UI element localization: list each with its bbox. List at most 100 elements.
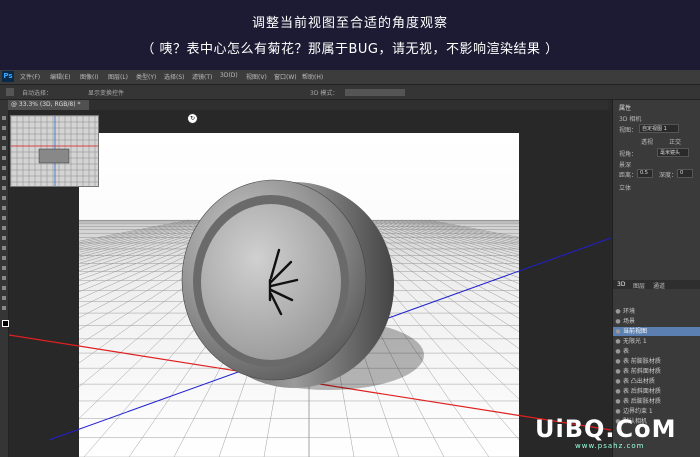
secondary-view[interactable] [10, 115, 99, 187]
tool-eyedropper-icon[interactable] [2, 166, 6, 170]
menu-layer[interactable]: 图层(L) [108, 72, 128, 81]
auto-select-checkbox-label[interactable]: 自动选择： [22, 88, 52, 97]
ortho-option[interactable]: 正交 [669, 137, 681, 146]
layer-label: 表 后斜面材质 [623, 388, 661, 395]
dof-label: 景深 [619, 162, 632, 169]
visibility-eye-icon[interactable]: ● [613, 387, 623, 396]
distance-label: 距离： [619, 172, 638, 179]
secondary-view-grid [10, 115, 98, 186]
tab-channels[interactable]: 通道 [653, 281, 665, 290]
tool-text-icon[interactable] [2, 266, 6, 270]
tool-heal-icon[interactable] [2, 176, 6, 180]
tool-pen-icon[interactable] [2, 256, 6, 260]
view-dropdown[interactable]: 自定视图 1 [639, 124, 679, 133]
top-view-watch [38, 148, 70, 164]
tool-shape-icon[interactable] [2, 286, 6, 290]
layer-row[interactable]: ● 无限光 1 [613, 337, 700, 346]
show-transform-checkbox-label[interactable]: 显示变换控件 [88, 88, 124, 97]
menu-3d[interactable]: 3D(D) [220, 72, 238, 79]
distance-field[interactable]: 0.5 [637, 169, 653, 178]
tool-gradient-icon[interactable] [2, 226, 6, 230]
layer-label: 无限光 1 [623, 338, 647, 345]
layer-row[interactable]: ● 场景 [613, 317, 700, 326]
tool-lasso-icon[interactable] [2, 136, 6, 140]
layer-row[interactable]: ● 环境 [613, 307, 700, 316]
tool-zoom-icon[interactable] [2, 306, 6, 310]
menu-file[interactable]: 文件(F) [20, 72, 40, 81]
tool-move-icon[interactable] [2, 116, 6, 120]
layer-label: 表 后膨胀材质 [623, 398, 661, 405]
properties-panel: 属性 3D 相机 视图： 自定视图 1 透视 正交 视角： 毫米镜头 景深 距离… [612, 100, 700, 457]
perspective-option[interactable]: 透视 [641, 137, 653, 146]
canvas-scene[interactable] [9, 110, 611, 457]
depth-field[interactable]: 0 [677, 169, 693, 178]
visibility-eye-icon[interactable]: ● [613, 347, 623, 356]
tool-crop-icon[interactable] [2, 156, 6, 160]
layer-label: 当前视图 [623, 328, 648, 335]
menu-view[interactable]: 视图(V) [246, 72, 267, 81]
visibility-eye-icon[interactable]: ● [613, 327, 623, 336]
menu-type[interactable]: 类型(Y) [136, 72, 156, 81]
layer-row[interactable]: ● 当前视图 [613, 327, 700, 336]
workspace[interactable] [9, 110, 611, 457]
move-tool-icon[interactable] [6, 88, 14, 96]
layer-row[interactable]: ● 表 后斜面材质 [613, 387, 700, 396]
fov-dropdown[interactable]: 毫米镜头 [657, 148, 689, 157]
menu-filter[interactable]: 滤镜(T) [192, 72, 212, 81]
layer-row[interactable]: ● 表 [613, 347, 700, 356]
visibility-eye-icon[interactable]: ● [613, 377, 623, 386]
properties-title: 属性 [619, 105, 632, 112]
tutorial-banner: 调整当前视图至合适的角度观察 （ 咦？表中心怎么有菊花？那属于BUG，请无视，不… [0, 0, 700, 70]
layer-label: 表 前斜面材质 [623, 368, 661, 375]
menu-edit[interactable]: 编辑(E) [50, 72, 70, 81]
document-tab[interactable]: @ 33.3% (3D, RGB/8) * [8, 100, 89, 110]
foreground-color-swatch[interactable] [2, 320, 9, 327]
document-tab-bar: @ 33.3% (3D, RGB/8) * [8, 100, 608, 110]
depth-label: 深度： [659, 172, 678, 179]
tab-layers[interactable]: 图层 [633, 281, 645, 290]
site-watermark: UiBQ.CoM www.psahz.com [535, 415, 677, 450]
layer-label: 场景 [623, 318, 636, 325]
tool-brush-icon[interactable] [2, 186, 6, 190]
watermark-main: UiBQ.CoM [535, 415, 677, 443]
3d-gizmo-icon[interactable]: ↻ [187, 113, 198, 124]
banner-title: 调整当前视图至合适的角度观察 [251, 16, 448, 31]
tool-dodge-icon[interactable] [2, 246, 6, 250]
menu-select[interactable]: 选择(S) [164, 72, 185, 81]
layer-row[interactable]: ● 表 后膨胀材质 [613, 397, 700, 406]
tool-hand-icon[interactable] [2, 296, 6, 300]
visibility-eye-icon[interactable]: ● [613, 357, 623, 366]
stereo-checkbox-label[interactable]: 立体 [619, 183, 631, 192]
menu-window[interactable]: 窗口(W) [274, 72, 297, 81]
layer-row[interactable]: ● 表 前膨胀材质 [613, 357, 700, 366]
layer-row[interactable]: ● 表 前斜面材质 [613, 367, 700, 376]
tool-blur-icon[interactable] [2, 236, 6, 240]
layer-row[interactable]: ● 表 凸出材质 [613, 377, 700, 386]
distance-value: 0.5 [640, 170, 648, 176]
watermark-url: www.psahz.com [575, 442, 645, 450]
banner-subtitle: （ 咦？表中心怎么有菊花？那属于BUG，请无视，不影响渲染结果 ） [141, 42, 559, 57]
visibility-eye-icon[interactable]: ● [613, 317, 623, 326]
3d-mode-icons[interactable] [345, 89, 405, 96]
depth-value: 0 [680, 170, 684, 176]
visibility-eye-icon[interactable]: ● [613, 307, 623, 316]
tool-quick-select-icon[interactable] [2, 146, 6, 150]
tool-stamp-icon[interactable] [2, 196, 6, 200]
menu-help[interactable]: 帮助(H) [302, 72, 323, 81]
visibility-eye-icon[interactable]: ● [613, 397, 623, 406]
visibility-eye-icon[interactable]: ● [613, 367, 623, 376]
visibility-eye-icon[interactable]: ● [613, 337, 623, 346]
tool-eraser-icon[interactable] [2, 216, 6, 220]
layer-label: 表 [623, 348, 630, 355]
view-label: 视图： [619, 127, 638, 134]
view-dropdown-value: 自定视图 1 [642, 126, 667, 132]
options-bar: 自动选择： 显示变换控件 3D 模式： [0, 85, 700, 100]
tool-marquee-icon[interactable] [2, 126, 6, 130]
tab-3d[interactable]: 3D [617, 281, 625, 288]
tool-path-select-icon[interactable] [2, 276, 6, 280]
tool-history-icon[interactable] [2, 206, 6, 210]
menu-bar: Ps 文件(F) 编辑(E) 图像(I) 图层(L) 类型(Y) 选择(S) 滤… [0, 70, 700, 85]
layer-label: 边界约束 1 [623, 408, 653, 415]
3d-mode-label: 3D 模式： [310, 90, 339, 97]
menu-image[interactable]: 图像(I) [80, 72, 98, 81]
